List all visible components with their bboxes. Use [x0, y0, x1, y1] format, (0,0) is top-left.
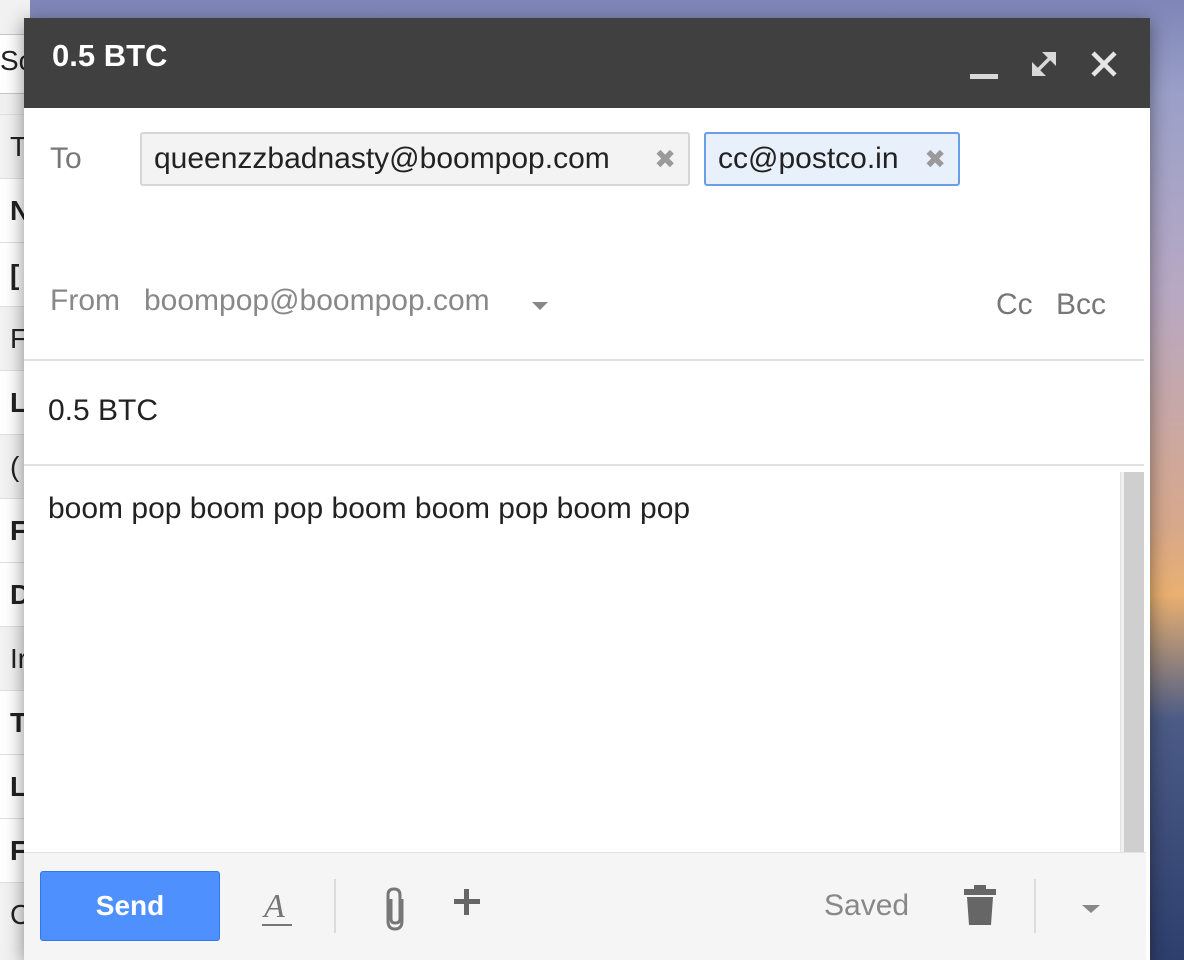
minimize-icon[interactable] — [968, 48, 1000, 80]
recipient-email: queenzzbadnasty@boompop.com — [154, 142, 610, 175]
recipient-email: cc@postco.in — [718, 142, 899, 175]
compose-toolbar: Send A Saved — [24, 852, 1146, 960]
save-status: Saved — [824, 889, 910, 922]
expand-icon[interactable] — [1028, 48, 1060, 80]
compose-window: 0.5 BTC To queenzzbadnasty@boompop.com ✖… — [24, 18, 1150, 960]
formatting-icon[interactable]: A — [260, 885, 296, 929]
scrollbar-thumb[interactable] — [1124, 472, 1144, 852]
attach-icon[interactable] — [380, 885, 412, 933]
body-scrollbar[interactable] — [1120, 472, 1144, 852]
subject-field[interactable]: 0.5 BTC — [48, 394, 158, 428]
more-options-icon[interactable] — [1082, 905, 1100, 913]
to-label: To — [50, 142, 82, 175]
compose-title: 0.5 BTC — [52, 38, 168, 73]
compose-titlebar[interactable]: 0.5 BTC — [24, 18, 1150, 108]
trash-icon[interactable] — [962, 883, 998, 927]
plus-icon[interactable] — [452, 887, 482, 917]
remove-recipient-icon[interactable]: ✖ — [654, 134, 676, 184]
recipient-chip-selected[interactable]: cc@postco.in ✖ — [704, 132, 960, 186]
message-body-text: boom pop boom pop boom boom pop boom pop — [48, 492, 691, 525]
from-label: From — [50, 284, 120, 317]
message-body[interactable]: boom pop boom pop boom boom pop boom pop — [24, 466, 1118, 850]
bcc-link[interactable]: Bcc — [1056, 288, 1106, 322]
close-icon[interactable] — [1088, 48, 1120, 80]
from-address-select[interactable]: boompop@boompop.com — [144, 284, 490, 318]
send-button[interactable]: Send — [40, 871, 220, 941]
recipient-chip[interactable]: queenzzbadnasty@boompop.com ✖ — [140, 132, 690, 186]
cc-link[interactable]: Cc — [996, 288, 1033, 322]
chevron-down-icon[interactable] — [532, 302, 548, 310]
remove-recipient-icon[interactable]: ✖ — [924, 134, 946, 184]
toolbar-separator — [1034, 879, 1036, 933]
toolbar-separator — [334, 879, 336, 933]
divider — [24, 359, 1144, 361]
svg-text:A: A — [262, 888, 285, 925]
